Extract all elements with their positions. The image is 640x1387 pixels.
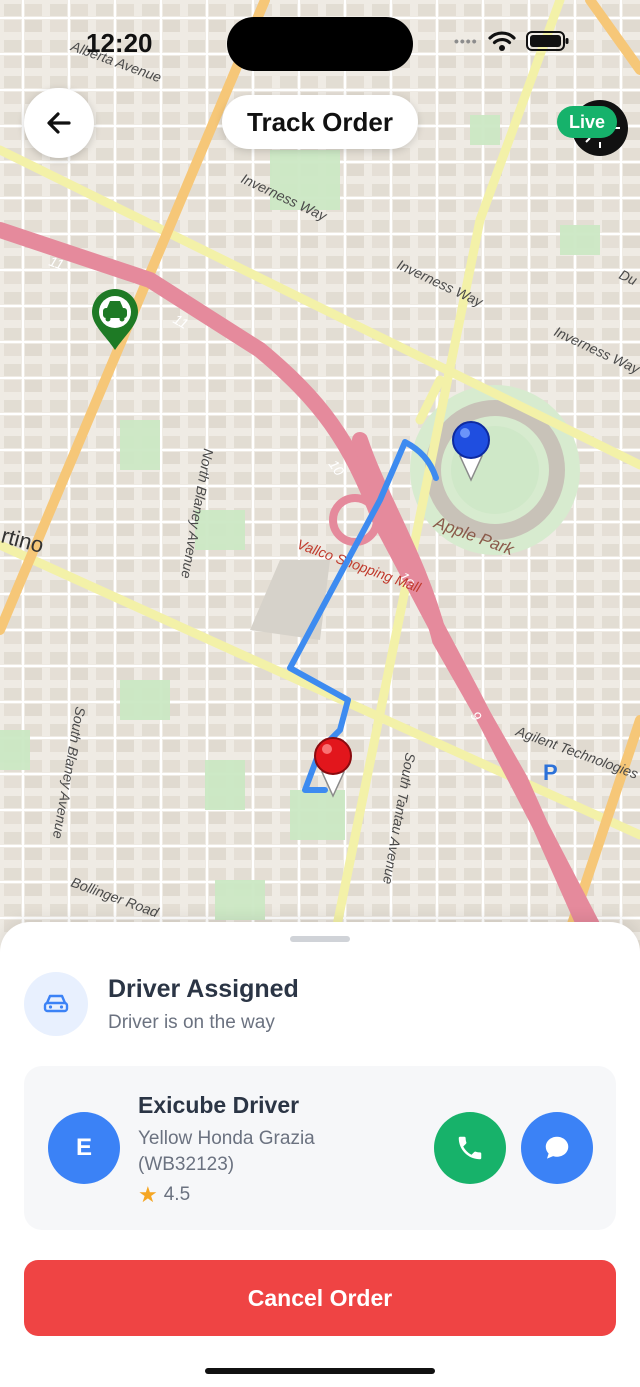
chat-bubble-icon	[545, 1136, 569, 1159]
dynamic-island	[227, 17, 413, 71]
call-driver-button[interactable]	[434, 1112, 506, 1184]
driver-rating-value: 4.5	[163, 1184, 191, 1205]
status-title: Driver Assigned	[108, 975, 299, 1003]
star-icon: ★	[138, 1182, 158, 1207]
chat-driver-button[interactable]	[521, 1112, 593, 1184]
back-button[interactable]	[24, 88, 94, 158]
live-badge: Live	[557, 106, 618, 138]
status-bar-icons: ••••	[454, 30, 570, 52]
bottom-sheet: Driver Assigned Driver is on the way E E…	[0, 922, 640, 1387]
page-title: Track Order	[222, 95, 418, 149]
phone-icon	[458, 1136, 482, 1160]
arrow-left-icon	[47, 112, 71, 134]
driver-card: E Exicube Driver Yellow Honda Grazia (WB…	[24, 1066, 616, 1230]
battery-icon	[525, 31, 569, 51]
driver-avatar: E	[48, 1112, 120, 1184]
car-icon	[43, 994, 69, 1013]
parking-icon: P	[543, 760, 558, 785]
status-bar-time: 12:20	[86, 28, 153, 58]
driver-rating: ★ 4.5	[138, 1182, 190, 1208]
status-subtitle: Driver is on the way	[108, 1012, 275, 1033]
driver-vehicle: Yellow Honda Grazia (WB32123)	[138, 1128, 315, 1175]
wifi-icon	[488, 31, 516, 51]
status-icon-container	[24, 972, 88, 1036]
signal-icon: ••••	[454, 33, 478, 49]
cancel-order-button[interactable]: Cancel Order	[24, 1260, 616, 1336]
driver-name: Exicube Driver	[138, 1092, 300, 1118]
sheet-drag-handle[interactable]	[290, 936, 350, 942]
home-indicator	[205, 1368, 435, 1374]
